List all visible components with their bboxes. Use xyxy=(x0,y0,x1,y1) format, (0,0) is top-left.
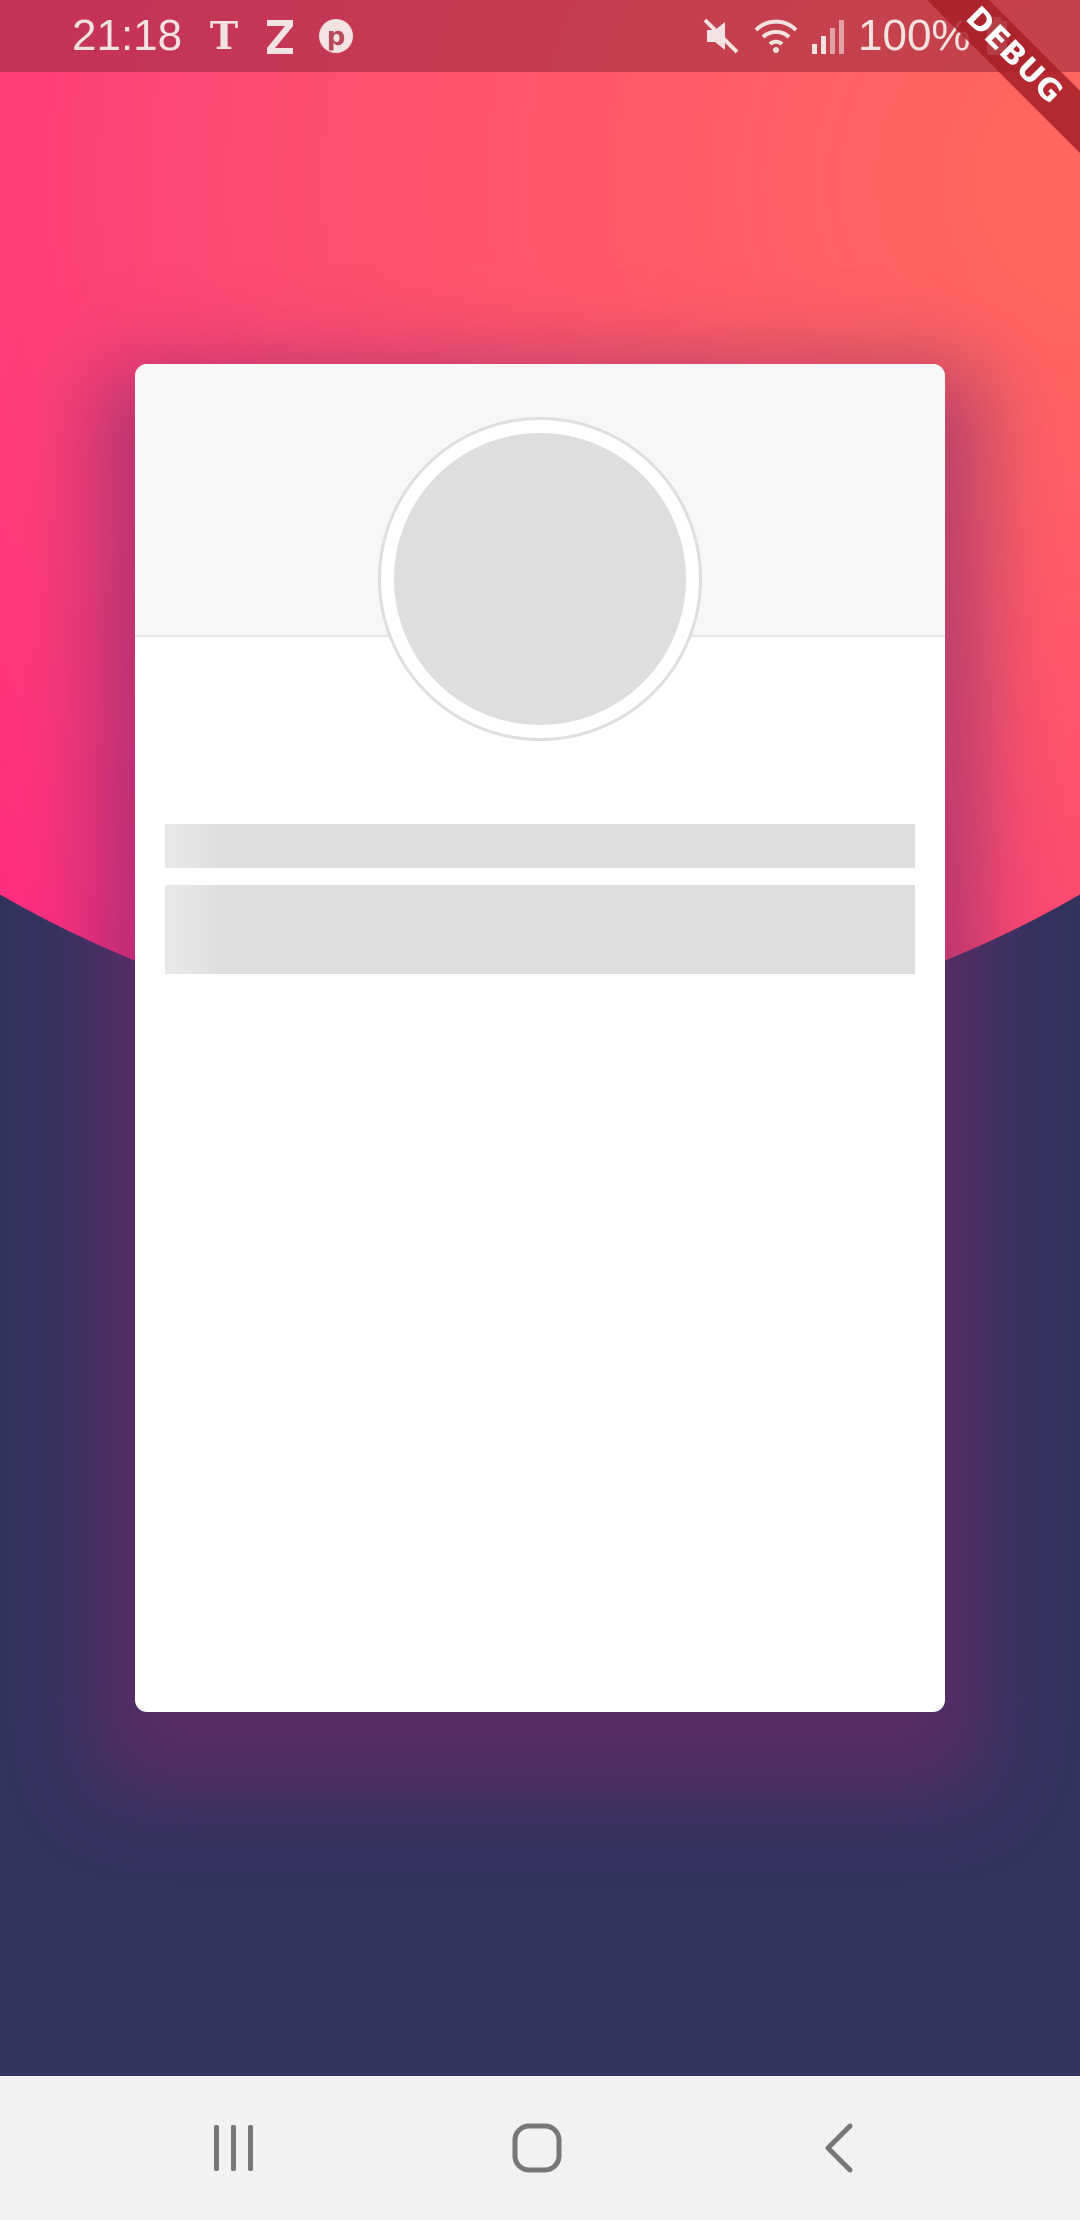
home-icon xyxy=(512,2123,562,2173)
svg-text:T: T xyxy=(210,16,238,56)
profile-card-skeleton xyxy=(135,364,945,1712)
recents-button[interactable] xyxy=(174,2098,294,2198)
back-icon xyxy=(825,2123,853,2173)
back-button[interactable] xyxy=(780,2098,900,2198)
mute-icon xyxy=(700,14,742,58)
svg-text:p: p xyxy=(327,22,346,52)
pinterest-icon: p xyxy=(316,14,356,58)
signal-icon xyxy=(808,14,848,58)
wifi-icon xyxy=(752,14,800,58)
navigation-bar xyxy=(0,2076,1080,2220)
subtitle-placeholder xyxy=(165,885,915,974)
zedge-icon xyxy=(262,14,298,58)
nytimes-icon: T xyxy=(206,14,242,58)
status-bar: 21:18 T p 100% xyxy=(0,0,1080,72)
avatar-placeholder xyxy=(394,433,686,725)
recents-icon xyxy=(214,2125,253,2171)
avatar-ring xyxy=(378,417,702,741)
home-button[interactable] xyxy=(477,2098,597,2198)
status-time: 21:18 xyxy=(72,11,183,60)
title-placeholder xyxy=(165,824,915,868)
